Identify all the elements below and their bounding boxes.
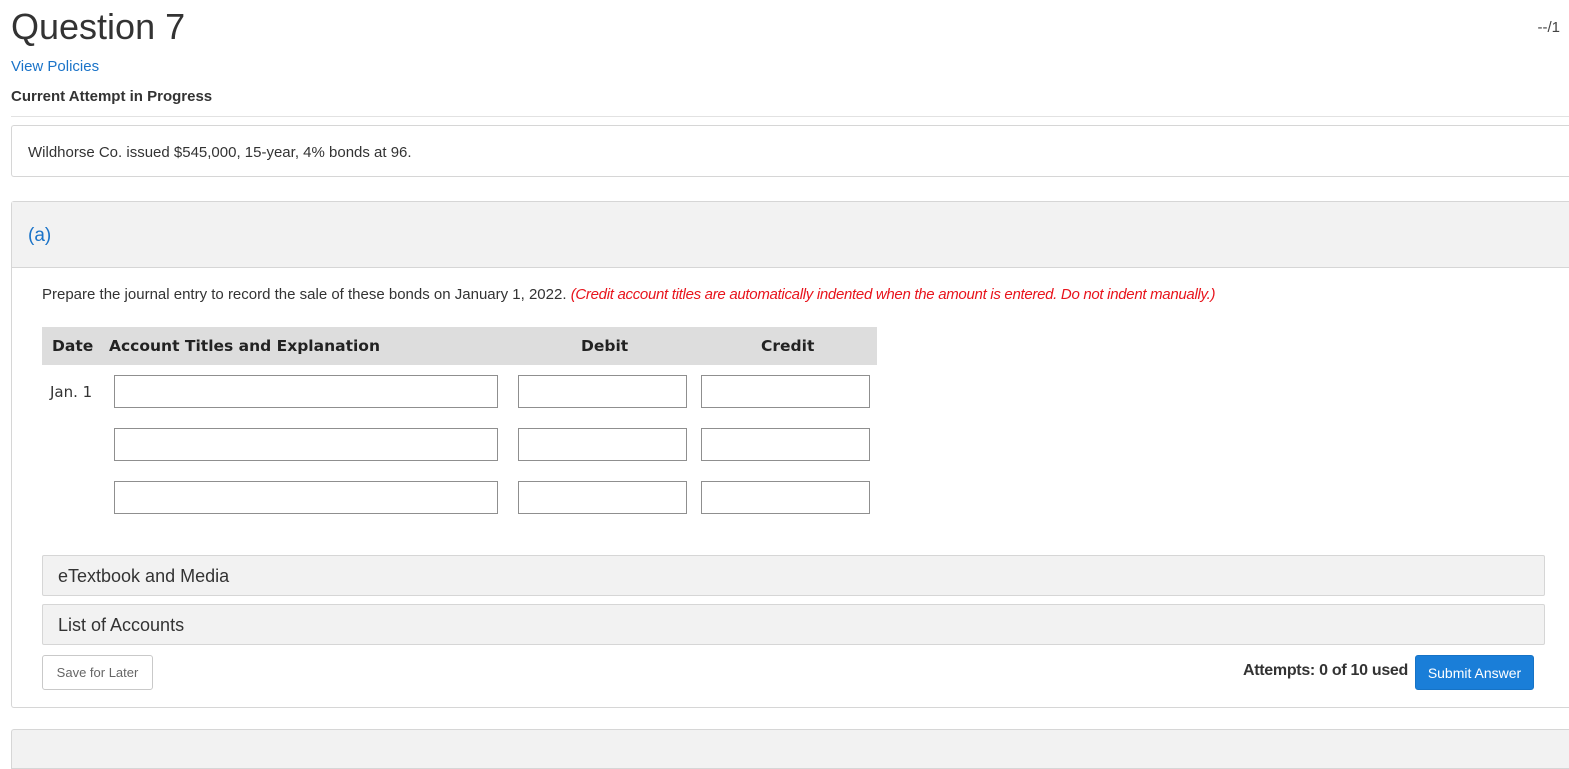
save-for-later-button[interactable]: Save for Later — [42, 655, 153, 690]
problem-text: Wildhorse Co. issued $545,000, 15-year, … — [28, 144, 412, 161]
account-title-input[interactable] — [114, 375, 498, 408]
etextbook-media-label: eTextbook and Media — [58, 566, 230, 586]
header-account: Account Titles and Explanation — [109, 337, 380, 355]
account-title-input[interactable] — [114, 481, 498, 514]
instructions: Prepare the journal entry to record the … — [42, 286, 1215, 303]
credit-input[interactable] — [701, 481, 870, 514]
divider — [11, 116, 1569, 117]
account-title-input[interactable] — [114, 428, 498, 461]
credit-input[interactable] — [701, 428, 870, 461]
question-title: Question 7 — [11, 6, 186, 47]
view-policies-link[interactable]: View Policies — [11, 58, 99, 75]
row-date: Jan. 1 — [50, 383, 93, 401]
attempts-counter: Attempts: 0 of 10 used — [1243, 662, 1408, 679]
debit-input[interactable] — [518, 428, 687, 461]
problem-statement-box: Wildhorse Co. issued $545,000, 15-year, … — [11, 125, 1569, 177]
instructions-note: (Credit account titles are automatically… — [570, 286, 1216, 303]
next-part-panel — [11, 729, 1569, 769]
debit-input[interactable] — [518, 375, 687, 408]
list-of-accounts-label: List of Accounts — [58, 615, 185, 635]
list-of-accounts-accordion[interactable]: List of Accounts — [42, 604, 1545, 645]
instructions-text: Prepare the journal entry to record the … — [42, 286, 567, 303]
header-credit: Credit — [761, 337, 815, 355]
score: --/1 — [1537, 19, 1561, 36]
part-a-panel: (a) Prepare the journal entry to record … — [11, 201, 1569, 708]
part-label: (a) — [28, 225, 52, 246]
debit-input[interactable] — [518, 481, 687, 514]
part-header: (a) — [12, 202, 1569, 268]
journal-table-header: Date Account Titles and Explanation Debi… — [42, 327, 877, 365]
header-debit: Debit — [581, 337, 629, 355]
header-date: Date — [52, 337, 94, 355]
etextbook-media-accordion[interactable]: eTextbook and Media — [42, 555, 1545, 596]
submit-answer-button[interactable]: Submit Answer — [1415, 655, 1534, 690]
attempt-status: Current Attempt in Progress — [11, 88, 213, 105]
credit-input[interactable] — [701, 375, 870, 408]
